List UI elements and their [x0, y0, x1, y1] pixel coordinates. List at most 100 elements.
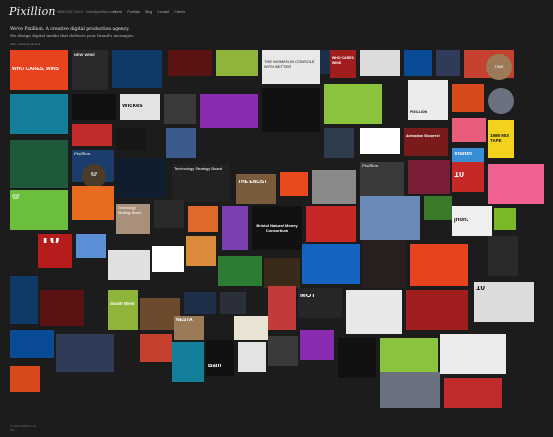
tile-bath[interactable]: Bath: [206, 340, 234, 376]
nav-home[interactable]: Home: [113, 10, 122, 14]
tile-concert[interactable]: [380, 338, 438, 372]
tile-yellow-square[interactable]: [222, 206, 248, 250]
tile-blue-site[interactable]: [112, 50, 162, 88]
tile-woman-3[interactable]: [186, 236, 216, 266]
tile-south-west[interactable]: South West: [108, 290, 138, 330]
tile-tech-board[interactable]: Technology Strategy Board: [172, 164, 230, 202]
tile-flag[interactable]: [238, 342, 266, 372]
footer: © 2011 Pixillion Ltd Top: [10, 424, 36, 432]
tile-nesta[interactable]: NESTA: [174, 316, 204, 340]
tile-blue-tech-2[interactable]: [360, 196, 420, 240]
tile-film-site[interactable]: [280, 172, 308, 196]
tile-mk-logo[interactable]: [488, 164, 544, 204]
tile-sunset[interactable]: [10, 330, 54, 358]
tile-red-at[interactable]: @: [82, 164, 106, 188]
tile-square-small[interactable]: [494, 208, 516, 230]
site-logo[interactable]: Pixillion: [9, 5, 56, 18]
tile-site-b[interactable]: [152, 246, 184, 272]
header: Pixillion 0845 XXX XXXX · hello@pixillio…: [0, 0, 553, 46]
tile-pixillion-footer[interactable]: [10, 366, 40, 392]
filter-label[interactable]: Filter: showing all work: [10, 42, 40, 46]
tile-phone[interactable]: [488, 236, 518, 276]
tile-villa[interactable]: [108, 250, 150, 280]
tile-animation[interactable]: Animation Showreel: [404, 128, 448, 156]
tile-cinema-2[interactable]: [440, 334, 506, 374]
tile-jhon[interactable]: jhon.: [452, 206, 492, 236]
tile-bristol[interactable]: Bristol Natural Money Consortium: [252, 206, 302, 250]
tile-kitchen-2[interactable]: [362, 240, 406, 288]
tile-car[interactable]: [154, 200, 184, 228]
nav-clients[interactable]: Clients: [174, 10, 185, 14]
tile-orange-site[interactable]: [264, 258, 300, 288]
tile-number-10[interactable]: 10: [38, 234, 72, 268]
tile-the-enlist[interactable]: THE ENLIST: [236, 174, 276, 204]
tile-cyan-panel[interactable]: [72, 94, 116, 120]
tile-crowd[interactable]: [444, 378, 502, 408]
tile-tech-strategy[interactable]: Technology Strategy Board: [116, 204, 150, 234]
tile-badge-round[interactable]: [488, 88, 514, 114]
tile-site-e[interactable]: [234, 316, 268, 340]
tile-dark-person-2[interactable]: [164, 94, 196, 124]
tile-slide[interactable]: [360, 50, 400, 76]
tile-green-leaf[interactable]: [216, 50, 258, 76]
tile-logo-white[interactable]: [424, 196, 452, 220]
tile-cyan-panel-2[interactable]: [324, 84, 382, 124]
tile-cyclist[interactable]: [10, 140, 68, 188]
tile-dog-cartoon[interactable]: [72, 186, 114, 220]
nav-portfolio[interactable]: Portfolio: [127, 10, 140, 14]
tile-pixillion-vertical[interactable]: [10, 276, 38, 324]
tile-red-product[interactable]: [168, 50, 212, 76]
tile-yellow[interactable]: [360, 128, 400, 154]
tile-green-vertical[interactable]: [268, 286, 296, 330]
tile-cartoon-family[interactable]: [56, 334, 114, 372]
tile-faces[interactable]: [312, 170, 356, 204]
tile-site-d[interactable]: [220, 292, 246, 314]
tile-new-wine[interactable]: NEW WINE: [72, 50, 108, 90]
tile-woman-2[interactable]: [324, 128, 354, 158]
tile-dark-person[interactable]: [404, 50, 432, 76]
tile-site-mockup-2[interactable]: [10, 94, 68, 134]
tile-quote[interactable]: THE WOMEN IN CONSOLE WITH BETTER: [262, 50, 320, 84]
tile-pink-site[interactable]: [218, 256, 262, 286]
tile-kitchen[interactable]: [302, 244, 360, 284]
tile-paint-splash[interactable]: 10: [474, 282, 534, 322]
tile-woman-sitting[interactable]: [262, 88, 320, 132]
tile-swirl[interactable]: [116, 158, 166, 198]
footer-top-link[interactable]: Top: [10, 428, 36, 432]
tile-theatre[interactable]: [380, 372, 440, 408]
tile-green-board[interactable]: [40, 290, 84, 326]
tile-pixillion-dark[interactable]: Pixillion: [360, 162, 404, 196]
tile-site-a[interactable]: [76, 234, 106, 258]
intro-line-1: We're Pixillion. A creative digital prod…: [10, 27, 130, 32]
tile-poster[interactable]: [436, 50, 460, 76]
tile-pixillion-logo[interactable]: PIXILLION: [408, 80, 448, 120]
tile-wildlife[interactable]: [306, 206, 356, 242]
tile-gun-icon[interactable]: [452, 118, 486, 142]
nav-contact[interactable]: Contact: [157, 10, 169, 14]
tile-white-card[interactable]: [452, 84, 484, 112]
tile-man-portrait[interactable]: [410, 244, 468, 286]
tile-who-cares-wins[interactable]: WHO CARES, WINS: [10, 50, 68, 90]
tile-cartoon[interactable]: [72, 124, 112, 146]
tile-cartoon-2[interactable]: [166, 128, 196, 158]
tile-site-f[interactable]: [300, 330, 334, 360]
tile-number-10-small[interactable]: 10: [452, 162, 484, 192]
tile-site-c[interactable]: [184, 292, 216, 314]
tile-woman-dark[interactable]: [406, 290, 468, 330]
tile-blue-tech[interactable]: [116, 128, 146, 150]
tile-faces-2[interactable]: [408, 160, 450, 194]
tile-pink-card[interactable]: [188, 206, 218, 232]
tile-green-ad[interactable]: [338, 338, 376, 378]
tile-mot[interactable]: MOT: [298, 288, 342, 318]
tile-wickes[interactable]: Wickes: [120, 94, 160, 120]
tile-circle-logo[interactable]: TIME: [486, 54, 512, 80]
tile-cinema[interactable]: [140, 334, 172, 362]
tile-who-cares-text[interactable]: WHO CARES WINS: [330, 50, 356, 78]
tile-red-gadgets[interactable]: [200, 94, 258, 128]
tile-mix-tape[interactable]: 1989 MIX TAPE: [488, 120, 514, 158]
tile-blue-hd[interactable]: [172, 342, 204, 382]
nav-blog[interactable]: Blog: [145, 10, 152, 14]
tile-at-illus[interactable]: @: [10, 190, 68, 230]
tile-kitchen-3[interactable]: [346, 290, 402, 334]
tile-woman-4[interactable]: [268, 336, 298, 366]
